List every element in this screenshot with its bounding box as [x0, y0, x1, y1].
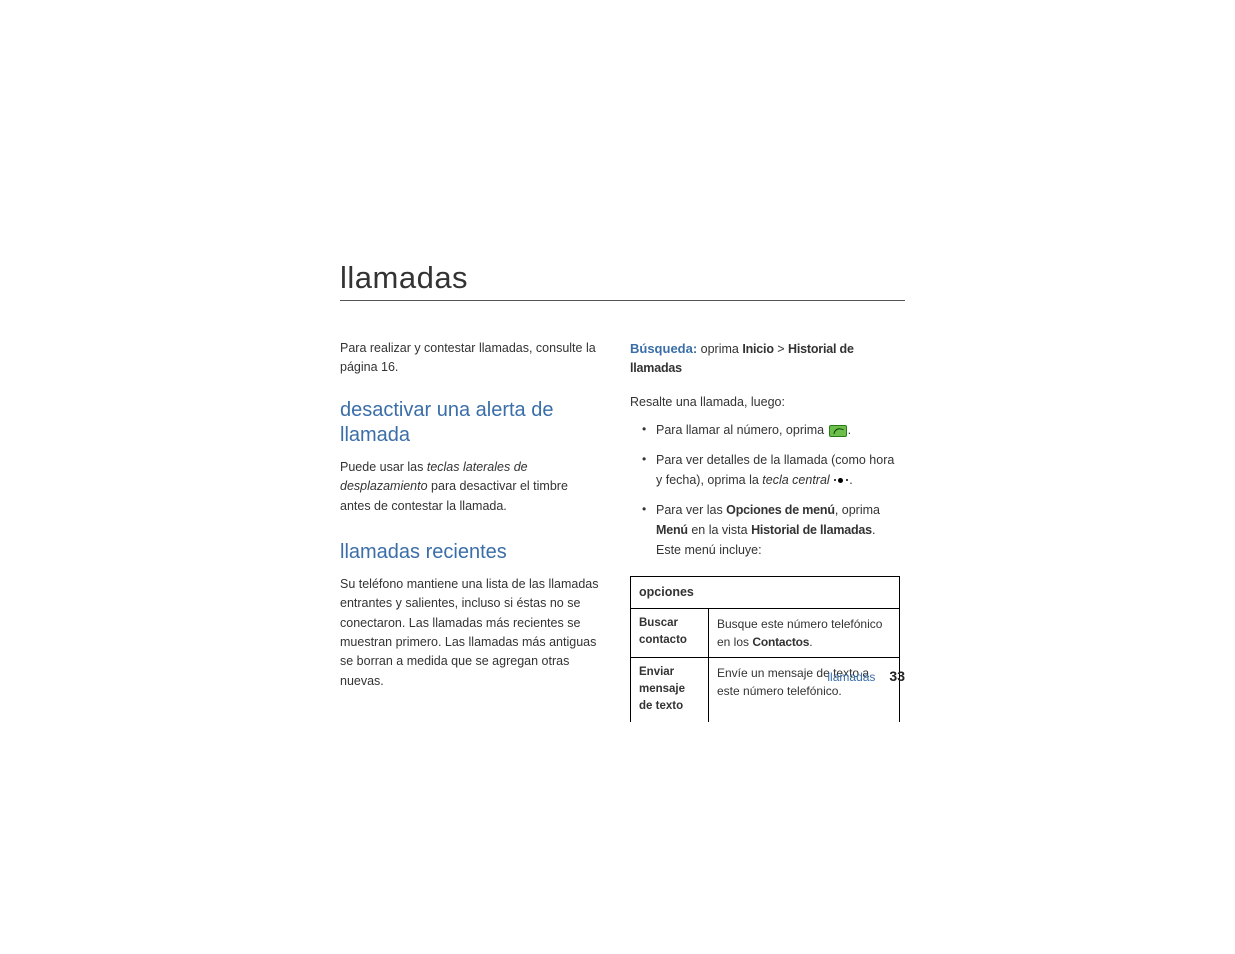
search-label: Búsqueda: — [630, 341, 697, 356]
table-header-row: opciones — [631, 577, 900, 609]
call-key-icon — [829, 425, 847, 437]
page-title: llamadas — [340, 260, 905, 301]
italic-text: tecla central — [762, 473, 829, 487]
text — [830, 473, 833, 487]
left-column: Para realizar y contestar llamadas, cons… — [340, 339, 600, 722]
text: en la vista — [688, 523, 751, 537]
text: Para ver las — [656, 503, 726, 517]
separator: > — [774, 342, 788, 356]
text: , oprima — [835, 503, 880, 517]
text: Para llamar al número, oprima — [656, 423, 828, 437]
table-row: Buscar contacto Busque este número telef… — [631, 608, 900, 657]
heading-recent-calls: llamadas recientes — [340, 540, 600, 565]
bullet-details: Para ver detalles de la llamada (como ho… — [630, 450, 900, 490]
bold-text: Menú — [656, 523, 688, 537]
option-name: Enviar mensaje de texto — [631, 657, 709, 721]
bold-text: Contactos — [752, 635, 809, 649]
option-desc: Busque este número telefónico en los Con… — [709, 608, 900, 657]
bold-text: Historial de llamadas — [751, 523, 872, 537]
bullet-menu: Para ver las Opciones de menú, oprima Me… — [630, 500, 900, 560]
bullet-call: Para llamar al número, oprima . — [630, 420, 900, 440]
manual-page: llamadas Para realizar y contestar llama… — [340, 260, 905, 722]
highlight-instruction: Resalte una llamada, luego: — [630, 393, 900, 412]
text: oprima — [697, 342, 742, 356]
options-table: opciones Buscar contacto Busque este núm… — [630, 576, 900, 722]
page-footer: llamadas 33 — [340, 668, 905, 684]
intro-paragraph: Para realizar y contestar llamadas, cons… — [340, 339, 600, 378]
heading-deactivate-alert: desactivar una alerta de llamada — [340, 398, 600, 448]
right-column: Búsqueda: oprima Inicio > Historial de l… — [630, 339, 900, 722]
text: . — [848, 423, 851, 437]
bold-text: Opciones de menú — [726, 503, 835, 517]
option-desc: Envíe un mensaje de texto a este número … — [709, 657, 900, 721]
two-column-layout: Para realizar y contestar llamadas, cons… — [340, 339, 905, 722]
center-key-icon — [834, 476, 848, 486]
text: Puede usar las — [340, 460, 427, 474]
text: . — [849, 473, 852, 487]
text: . — [809, 635, 812, 649]
footer-label: llamadas — [827, 670, 875, 684]
table-row: Enviar mensaje de texto Envíe un mensaje… — [631, 657, 900, 721]
search-line: Búsqueda: oprima Inicio > Historial de l… — [630, 339, 900, 379]
page-number: 33 — [889, 668, 905, 684]
option-name: Buscar contacto — [631, 608, 709, 657]
paragraph-deactivate-alert: Puede usar las teclas laterales de despl… — [340, 458, 600, 516]
bullet-list: Para llamar al número, oprima . Para ver… — [630, 420, 900, 560]
path-inicio: Inicio — [742, 342, 773, 356]
table-header: opciones — [631, 577, 900, 609]
